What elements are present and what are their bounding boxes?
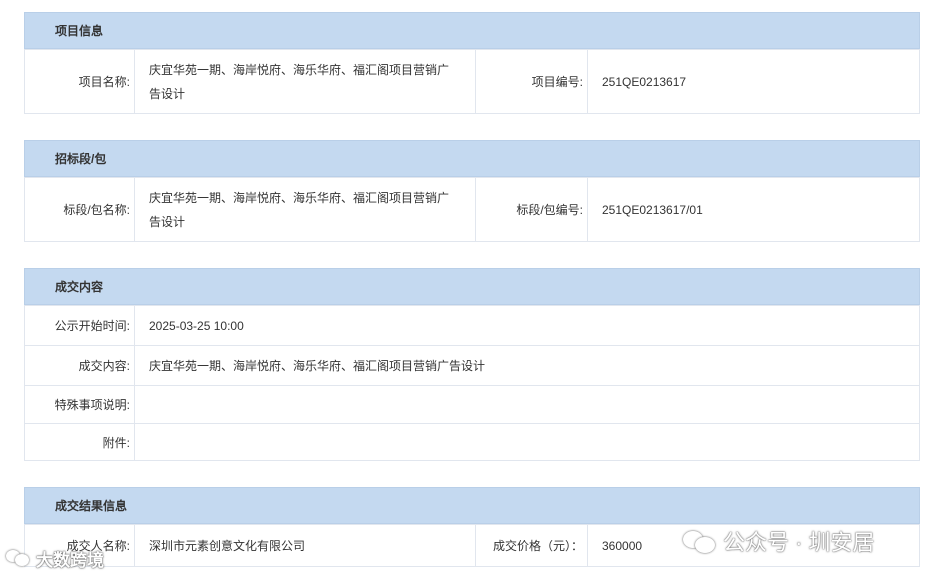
attachment-value[interactable]: [134, 423, 920, 461]
lot-info-section: 招标段/包 标段/包名称: 庆宜华苑一期、海岸悦府、海乐华府、福汇阁项目营销广 …: [24, 140, 920, 242]
project-info-table: 项目名称: 庆宜华苑一期、海岸悦府、海乐华府、福汇阁项目营销广 告设计 项目编号…: [24, 49, 920, 114]
lot-name-line1: 庆宜华苑一期、海岸悦府、海乐华府、福汇阁项目营销广: [149, 190, 450, 205]
project-name-line2: 告设计: [149, 86, 186, 101]
section-title-deal-content: 成交内容: [24, 268, 920, 305]
table-row: 附件:: [24, 423, 920, 461]
lot-name-value: 庆宜华苑一期、海岸悦府、海乐华府、福汇阁项目营销广 告设计: [134, 177, 476, 242]
deal-content-table: 公示开始时间: 2025-03-25 10:00 成交内容: 庆宜华苑一期、海岸…: [24, 305, 920, 461]
lot-name-label: 标段/包名称:: [24, 177, 135, 242]
table-row: 成交内容: 庆宜华苑一期、海岸悦府、海乐华府、福汇阁项目营销广告设计: [24, 345, 920, 386]
publish-start-value: 2025-03-25 10:00: [134, 305, 920, 346]
section-title-deal-result: 成交结果信息: [24, 487, 920, 524]
project-name-value: 庆宜华苑一期、海岸悦府、海乐华府、福汇阁项目营销广 告设计: [134, 49, 476, 114]
project-info-section: 项目信息 项目名称: 庆宜华苑一期、海岸悦府、海乐华府、福汇阁项目营销广 告设计…: [24, 12, 920, 114]
brand-logo-icon: [6, 548, 32, 568]
wechat-icon: [683, 528, 717, 554]
lot-code-label: 标段/包编号:: [475, 177, 588, 242]
wechat-watermark: 公众号 · 圳安居: [683, 525, 913, 557]
special-notes-value: [134, 385, 920, 424]
publish-start-label: 公示开始时间:: [24, 305, 135, 346]
project-code-label: 项目编号:: [475, 49, 588, 114]
price-label: 成交价格（元）：: [475, 524, 588, 567]
lot-name-line2: 告设计: [149, 214, 186, 229]
section-title-lot-info: 招标段/包: [24, 140, 920, 177]
project-name-label: 项目名称:: [24, 49, 135, 114]
special-notes-label: 特殊事项说明:: [24, 385, 135, 424]
brand-watermark: 大数跨境: [6, 546, 104, 570]
section-title-project-info: 项目信息: [24, 12, 920, 49]
table-row: 特殊事项说明:: [24, 385, 920, 424]
attachment-label: 附件:: [24, 423, 135, 461]
deal-content-value: 庆宜华苑一期、海岸悦府、海乐华府、福汇阁项目营销广告设计: [134, 345, 920, 386]
deal-content-label: 成交内容:: [24, 345, 135, 386]
table-row: 公示开始时间: 2025-03-25 10:00: [24, 305, 920, 346]
winner-value: 深圳市元素创意文化有限公司: [134, 524, 476, 567]
lot-code-value: 251QE0213617/01: [587, 177, 920, 242]
project-code-value: 251QE0213617: [587, 49, 920, 114]
brand-watermark-text: 大数跨境: [36, 550, 104, 570]
project-name-line1: 庆宜华苑一期、海岸悦府、海乐华府、福汇阁项目营销广: [149, 62, 450, 77]
wechat-watermark-text: 公众号 · 圳安居: [723, 530, 875, 555]
deal-content-section: 成交内容 公示开始时间: 2025-03-25 10:00 成交内容: 庆宜华苑…: [24, 268, 920, 461]
lot-info-table: 标段/包名称: 庆宜华苑一期、海岸悦府、海乐华府、福汇阁项目营销广 告设计 标段…: [24, 177, 920, 242]
